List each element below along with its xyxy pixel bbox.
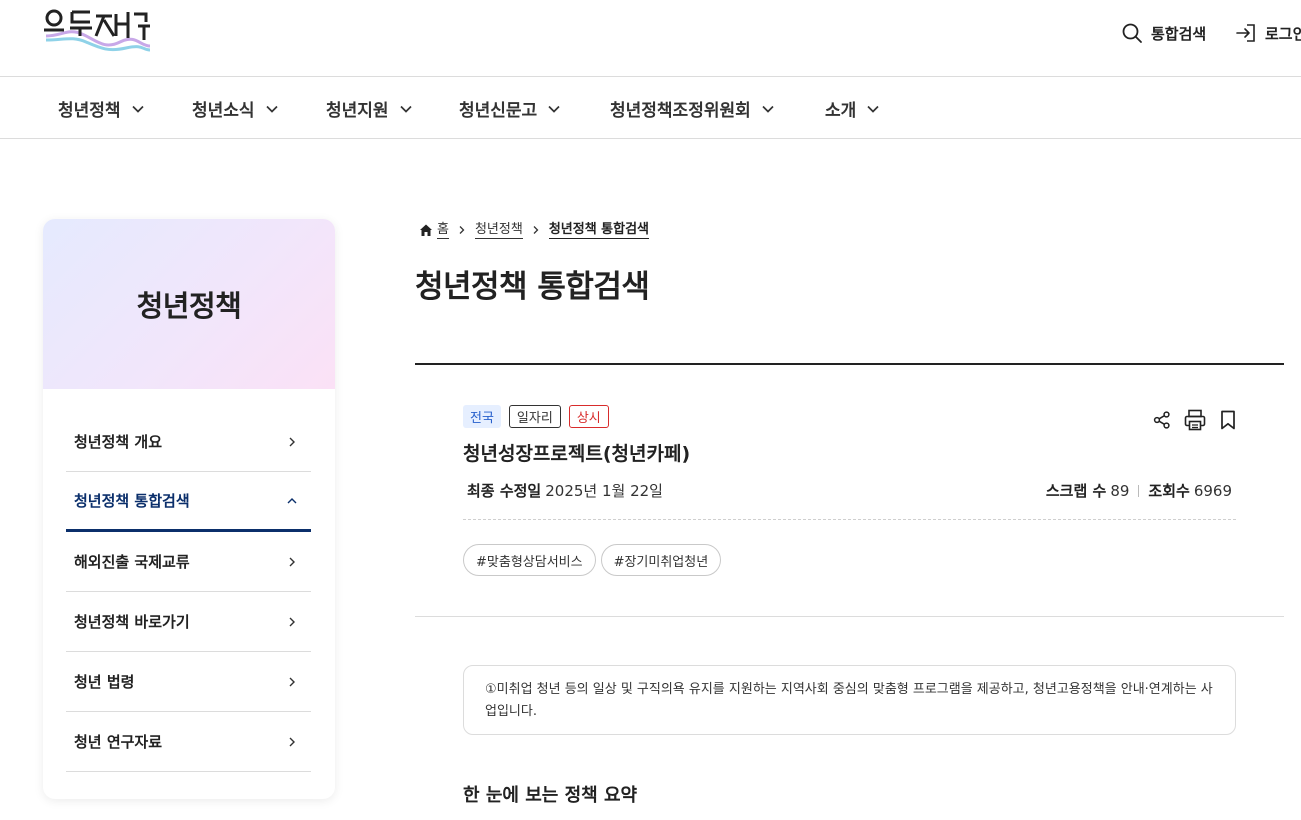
page-title: 청년정책 통합검색 bbox=[415, 269, 650, 305]
gnb-item-label: 소개 bbox=[825, 100, 857, 121]
chevron-right-icon bbox=[289, 437, 295, 446]
policy-stats: 스크랩 수 89 조회수 6969 bbox=[1046, 480, 1232, 501]
chevron-right-icon bbox=[533, 226, 539, 234]
gnb-item-about[interactable]: 소개 bbox=[825, 77, 880, 139]
share-icon[interactable] bbox=[1151, 409, 1173, 431]
gnb-item-youth-petition[interactable]: 청년신문고 bbox=[459, 77, 561, 139]
region-badge: 전국 bbox=[463, 405, 501, 428]
stats-divider bbox=[1138, 484, 1140, 497]
breadcrumb-current[interactable]: 청년정책 통합검색 bbox=[548, 222, 650, 239]
title-divider bbox=[415, 363, 1284, 365]
chevron-down-icon bbox=[131, 101, 145, 115]
chevron-right-icon bbox=[289, 557, 295, 566]
chevron-down-icon bbox=[265, 101, 279, 115]
side-item-label: 해외진출 국제교류 bbox=[74, 553, 190, 571]
updated-label: 최종 수정일 bbox=[467, 482, 542, 500]
side-item-policy-overview[interactable]: 청년정책 개요 bbox=[66, 412, 311, 472]
section-divider bbox=[415, 616, 1284, 617]
tag-chip[interactable]: #맞춤형상담서비스 bbox=[463, 544, 596, 576]
gnb-item-label: 청년정책조정위원회 bbox=[610, 100, 751, 121]
search-icon bbox=[1121, 22, 1143, 44]
policy-actions bbox=[1151, 408, 1239, 432]
side-item-policy-shortcuts[interactable]: 청년정책 바로가기 bbox=[66, 592, 311, 652]
policy-description: ①미취업 청년 등의 일상 및 구직의욕 유지를 지원하는 지역사회 중심의 맞… bbox=[463, 665, 1236, 735]
chevron-right-icon bbox=[289, 737, 295, 746]
site-logo[interactable] bbox=[42, 6, 154, 58]
chevron-up-icon bbox=[287, 497, 297, 503]
gnb-item-youth-policy[interactable]: 청년정책 bbox=[58, 77, 145, 139]
side-item-youth-laws[interactable]: 청년 법령 bbox=[66, 652, 311, 712]
chevron-down-icon bbox=[399, 101, 413, 115]
side-item-policy-search[interactable]: 청년정책 통합검색 bbox=[66, 472, 311, 532]
side-nav-header: 청년정책 bbox=[43, 219, 335, 389]
header-search-label: 통합검색 bbox=[1151, 24, 1207, 43]
policy-description-text: ①미취업 청년 등의 일상 및 구직의욕 유지를 지원하는 지역사회 중심의 맞… bbox=[485, 682, 1213, 719]
gnb-item-youth-support[interactable]: 청년지원 bbox=[326, 77, 413, 139]
views-label: 조회수 bbox=[1148, 482, 1190, 500]
side-item-overseas-exchange[interactable]: 해외진출 국제교류 bbox=[66, 532, 311, 592]
gnb-item-youth-news[interactable]: 청년소식 bbox=[192, 77, 279, 139]
policy-badges: 전국 일자리 상시 bbox=[463, 405, 609, 428]
tag-chip[interactable]: #장기미취업청년 bbox=[600, 544, 722, 576]
side-item-label: 청년 법령 bbox=[74, 673, 135, 691]
policy-tags: #맞춤형상담서비스 #장기미취업청년 bbox=[463, 544, 722, 576]
gnb-item-policy-committee[interactable]: 청년정책조정위원회 bbox=[610, 77, 775, 139]
gnb-item-label: 청년신문고 bbox=[459, 100, 538, 121]
gnb-item-label: 청년소식 bbox=[192, 100, 255, 121]
home-icon bbox=[420, 224, 432, 236]
category-badge: 일자리 bbox=[508, 405, 561, 428]
breadcrumb: 홈 청년정책 청년정책 통합검색 bbox=[419, 220, 650, 240]
header-login-button[interactable]: 로그인 bbox=[1235, 22, 1301, 44]
scrap-value: 89 bbox=[1110, 481, 1130, 500]
side-item-label: 청년정책 바로가기 bbox=[74, 613, 190, 631]
chevron-down-icon bbox=[761, 101, 775, 115]
side-nav-title: 청년정책 bbox=[136, 289, 242, 323]
side-item-label: 청년정책 통합검색 bbox=[74, 492, 190, 510]
header-search-button[interactable]: 통합검색 bbox=[1121, 22, 1206, 44]
print-icon[interactable] bbox=[1183, 408, 1207, 432]
global-navigation: 청년정책 청년소식 청년지원 청년신문고 청년정책조정위원회 소개 bbox=[0, 77, 1301, 139]
login-icon bbox=[1235, 22, 1257, 44]
meta-divider bbox=[463, 519, 1236, 520]
policy-name: 청년성장프로젝트(청년카페) bbox=[463, 443, 691, 465]
policy-updated-date: 최종 수정일 2025년 1월 22일 bbox=[467, 480, 663, 501]
gnb-item-label: 청년지원 bbox=[326, 100, 389, 121]
logo-graphic bbox=[44, 9, 151, 52]
breadcrumb-home-link[interactable]: 홈 bbox=[437, 222, 449, 239]
breadcrumb-level1-link[interactable]: 청년정책 bbox=[474, 222, 523, 239]
side-item-label: 청년 연구자료 bbox=[74, 733, 163, 751]
header-login-label: 로그인 bbox=[1265, 24, 1301, 43]
bookmark-icon[interactable] bbox=[1217, 409, 1239, 431]
side-item-label: 청년정책 개요 bbox=[74, 433, 163, 451]
side-item-research-materials[interactable]: 청년 연구자료 bbox=[66, 712, 311, 772]
site-header: 통합검색 로그인 bbox=[0, 0, 1301, 77]
gnb-item-label: 청년정책 bbox=[58, 100, 121, 121]
chevron-down-icon bbox=[547, 101, 561, 115]
chevron-down-icon bbox=[866, 101, 880, 115]
chevron-right-icon bbox=[459, 226, 465, 234]
period-badge: 상시 bbox=[568, 405, 609, 428]
summary-section-title: 한 눈에 보는 정책 요약 bbox=[463, 785, 638, 806]
side-navigation: 청년정책 청년정책 개요 청년정책 통합검색 해외진출 국제교류 청년정책 바로… bbox=[43, 219, 335, 799]
chevron-right-icon bbox=[289, 677, 295, 686]
views-value: 6969 bbox=[1193, 481, 1232, 500]
side-nav-list: 청년정책 개요 청년정책 통합검색 해외진출 국제교류 청년정책 바로가기 청년… bbox=[66, 412, 311, 772]
scrap-label: 스크랩 수 bbox=[1045, 482, 1107, 500]
chevron-right-icon bbox=[289, 617, 295, 626]
updated-value: 2025년 1월 22일 bbox=[545, 482, 663, 500]
